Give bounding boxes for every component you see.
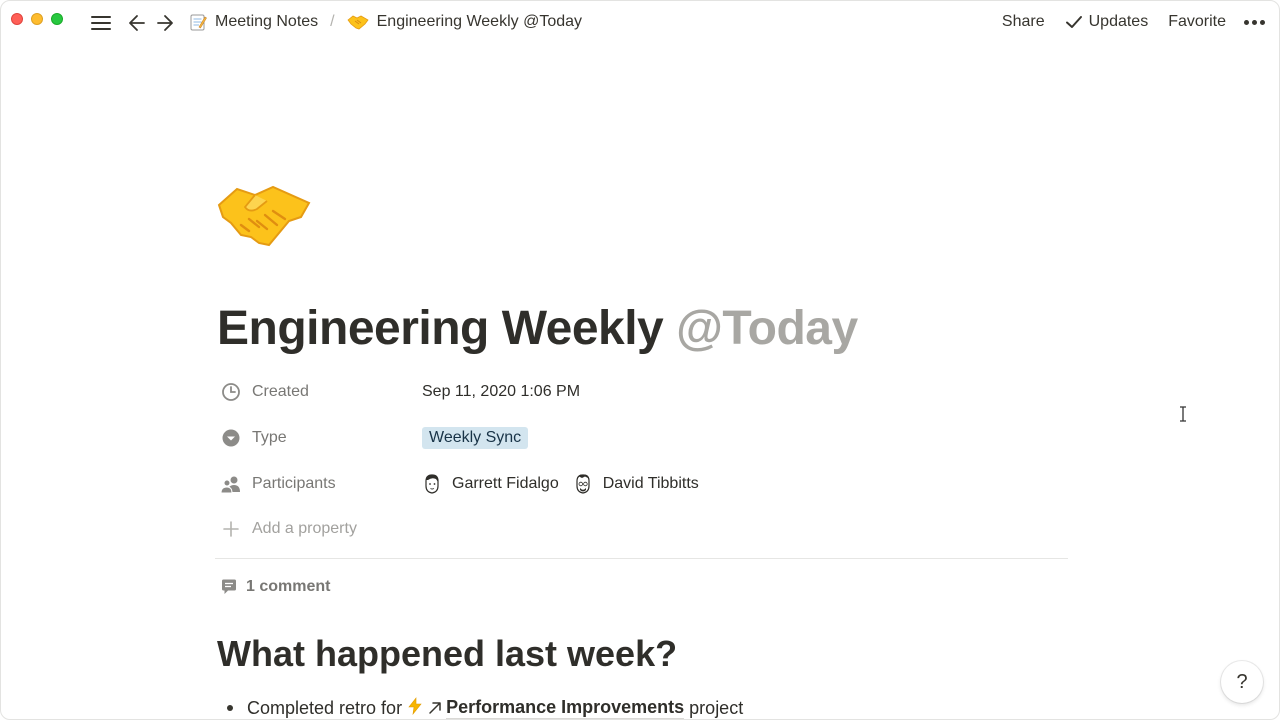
forward-button[interactable]: [153, 11, 177, 35]
type-tag[interactable]: Weekly Sync: [422, 427, 529, 449]
property-label-type[interactable]: Type: [217, 421, 407, 455]
property-value-participants: Garrett Fidalgo David Tibbitts: [422, 467, 713, 501]
select-icon: [220, 427, 242, 449]
property-value-created[interactable]: Sep 11, 2020 1:06 PM: [422, 375, 580, 409]
property-row-created: Created Sep 11, 2020 1:06 PM: [217, 375, 1067, 409]
updates-button[interactable]: Updates: [1065, 13, 1149, 31]
breadcrumb: Meeting Notes / Engineering Weekly @Toda…: [189, 10, 582, 34]
page-icon-handshake[interactable]: [215, 181, 315, 251]
sidebar-toggle-button[interactable]: [89, 11, 113, 35]
page-title[interactable]: Engineering Weekly @Today: [217, 301, 858, 356]
memo-icon: [189, 13, 207, 31]
add-property-label: Add a property: [252, 520, 357, 537]
bullet-dot: [227, 705, 233, 711]
participant-name: David Tibbitts: [602, 475, 699, 492]
property-row-type: Type Weekly Sync: [217, 421, 1067, 455]
participant-david[interactable]: David Tibbitts: [573, 473, 699, 495]
hamburger-icon: [91, 16, 111, 30]
people-icon: [220, 473, 242, 495]
breadcrumb-item-engineering-weekly[interactable]: Engineering Weekly @Today: [347, 13, 582, 31]
text-cursor-icon: [1180, 406, 1186, 422]
created-date: Sep 11, 2020 1:06 PM: [422, 383, 581, 400]
share-label: Share: [1001, 13, 1045, 30]
check-icon: [1065, 14, 1083, 30]
property-label-participants[interactable]: Participants: [217, 467, 407, 501]
comments-button[interactable]: 1 comment: [220, 575, 330, 599]
handshake-icon: [217, 185, 311, 247]
breadcrumb-item-meeting-notes[interactable]: Meeting Notes: [189, 13, 318, 31]
breadcrumb-label: Engineering Weekly @Today: [376, 13, 583, 30]
list-item[interactable]: Completed retro for Performance Improvem…: [217, 695, 744, 720]
favorite-label: Favorite: [1168, 13, 1226, 30]
property-label-text: Created: [252, 383, 309, 400]
help-button[interactable]: ?: [1221, 661, 1263, 703]
top-bar: Meeting Notes / Engineering Weekly @Toda…: [1, 1, 1279, 43]
handshake-icon: [347, 14, 369, 30]
more-dots-icon: [1244, 19, 1249, 25]
page-link[interactable]: Performance Improvements: [446, 697, 685, 719]
properties-divider: [215, 558, 1068, 559]
more-options-button[interactable]: [1244, 19, 1265, 25]
participant-name: Garrett Fidalgo: [452, 475, 559, 492]
date-mention[interactable]: @Today: [676, 302, 858, 355]
page-title-text: Engineering Weekly: [217, 302, 664, 355]
property-label-created[interactable]: Created: [217, 375, 407, 409]
breadcrumb-label: Meeting Notes: [215, 13, 319, 30]
heading-1[interactable]: What happened last week?: [217, 633, 677, 675]
more-dot: [1252, 19, 1257, 25]
window-controls: [11, 13, 63, 25]
minimize-window-button[interactable]: [31, 13, 43, 25]
share-button[interactable]: Share: [1002, 13, 1045, 31]
property-label-text: Participants: [252, 475, 336, 492]
participant-garrett[interactable]: Garrett Fidalgo: [422, 473, 559, 495]
property-row-participants: Participants Garrett Fidalgo David Tibbi…: [217, 467, 1067, 501]
comments-label: 1 comment: [246, 578, 331, 595]
arrow-left-icon: [129, 15, 145, 31]
maximize-window-button[interactable]: [51, 13, 63, 25]
app-window: Meeting Notes / Engineering Weekly @Toda…: [0, 0, 1280, 720]
top-actions: Share Updates Favorite: [1002, 10, 1265, 34]
property-label-text: Type: [252, 429, 287, 446]
bullet-text: project: [689, 697, 744, 718]
more-dot: [1260, 19, 1265, 25]
add-property-button[interactable]: Add a property: [217, 512, 407, 546]
property-value-type[interactable]: Weekly Sync: [422, 421, 529, 455]
avatar: [573, 473, 593, 495]
lightning-icon: [408, 696, 422, 720]
breadcrumb-separator: /: [330, 13, 335, 30]
plus-icon: [220, 518, 242, 540]
clock-icon: [220, 381, 242, 403]
back-button[interactable]: [125, 11, 149, 35]
avatar: [422, 473, 442, 495]
add-property-row[interactable]: Add a property: [217, 512, 1067, 546]
updates-label: Updates: [1088, 13, 1149, 30]
comment-icon: [220, 578, 238, 596]
bullet-text: Completed retro for: [247, 697, 403, 718]
link-arrow-icon: [428, 701, 442, 715]
close-window-button[interactable]: [11, 13, 23, 25]
help-label: ?: [1236, 670, 1248, 693]
favorite-button[interactable]: Favorite: [1168, 13, 1226, 31]
arrow-right-icon: [157, 15, 173, 31]
